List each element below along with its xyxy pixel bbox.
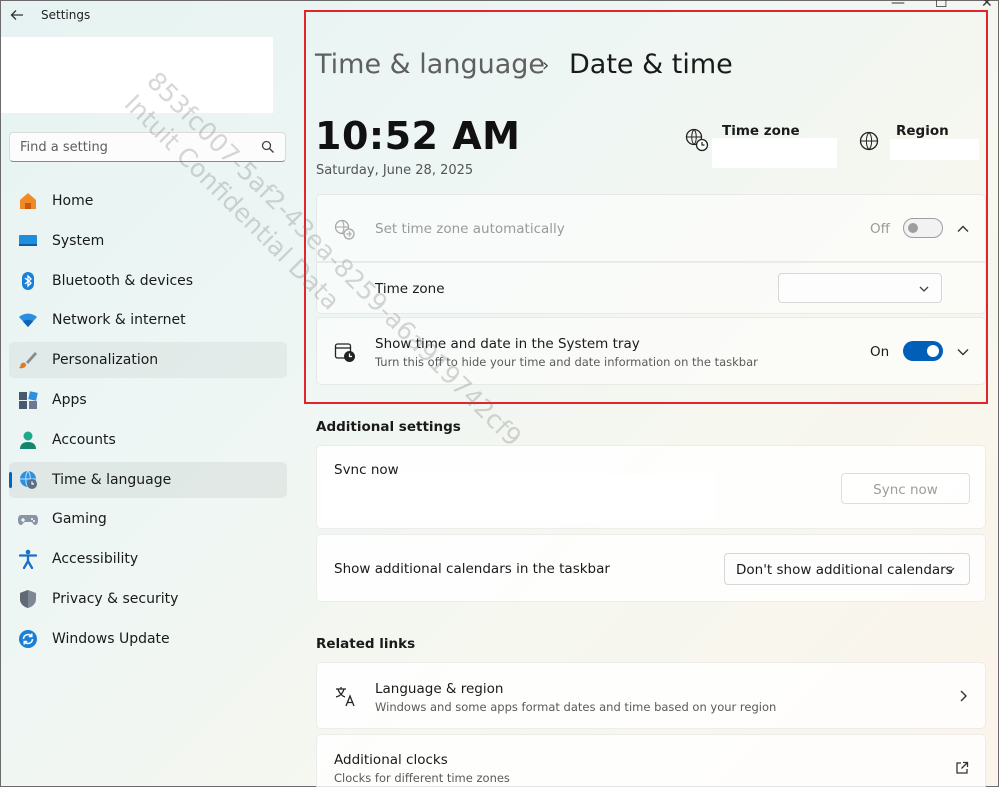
additional-calendars-label: Show additional calendars in the taskbar [334,561,610,577]
additional-clocks-desc: Clocks for different time zones [334,771,510,785]
sidebar-item-label: Accessibility [52,551,139,568]
sidebar-item-bluetooth[interactable]: Bluetooth & devices [9,263,287,299]
sidebar-item-label: Personalization [52,352,159,369]
additional-settings-heading: Additional settings [316,419,461,435]
accessibility-icon [18,549,38,570]
sidebar-item-system[interactable]: System [9,223,287,259]
additional-calendars-row: Show additional calendars in the taskbar… [316,534,986,602]
person-icon [20,431,36,449]
bluetooth-icon [22,271,34,290]
brush-icon [19,352,37,369]
language-region-link[interactable]: Language & region Windows and some apps … [316,662,986,729]
app-title: Settings [41,8,91,22]
sidebar-item-label: Accounts [52,431,116,448]
shield-icon [20,589,36,608]
back-button[interactable] [7,5,27,25]
sync-info-redacted [323,474,715,522]
sidebar-item-apps[interactable]: Apps [9,382,287,418]
system-icon [19,234,37,246]
sidebar-item-label: System [52,232,105,249]
search-placeholder: Find a setting [20,140,108,155]
sidebar-item-label: Privacy & security [52,590,179,607]
sidebar-item-label: Apps [52,391,87,408]
sync-now-button-label: Sync now [873,482,938,498]
additional-calendars-value: Don't show additional calendars [736,562,953,578]
update-icon [19,629,37,648]
additional-clocks-title: Additional clocks [334,752,448,768]
sidebar-item-label: Network & internet [52,312,186,329]
sidebar-item-personalization[interactable]: Personalization [9,342,287,379]
globe-clock-icon [20,470,37,489]
sidebar-item-windows-update[interactable]: Windows Update [9,621,287,657]
additional-clocks-link[interactable]: Additional clocks Clocks for different t… [316,734,986,787]
language-region-desc: Windows and some apps format dates and t… [375,700,777,714]
sidebar-item-label: Home [52,193,94,209]
language-region-title: Language & region [375,681,504,697]
chevron-right-icon [960,690,967,702]
sidebar-item-label: Bluetooth & devices [52,272,194,289]
sidebar-item-home[interactable]: Home [9,183,287,219]
sync-now-button[interactable]: Sync now [841,473,970,504]
search-input[interactable]: Find a setting [9,132,286,162]
related-links-heading: Related links [316,636,416,652]
sidebar-item-label: Time & language [52,471,172,488]
gamepad-icon [18,515,38,526]
search-icon [261,140,274,153]
sidebar-item-label: Windows Update [52,630,170,647]
sidebar-nav: Home System Bluetooth & devices Network … [9,183,287,661]
user-profile-redacted[interactable] [1,37,273,113]
back-arrow-icon [10,10,23,20]
sidebar-item-privacy[interactable]: Privacy & security [9,581,287,617]
wifi-icon [19,314,37,328]
annotation-highlight-box [304,10,988,404]
sidebar-item-time-language[interactable]: Time & language [9,461,287,498]
sidebar-item-gaming[interactable]: Gaming [9,501,287,537]
chevron-down-icon [945,567,955,573]
additional-calendars-dropdown[interactable]: Don't show additional calendars [724,553,970,585]
sidebar-item-accounts[interactable]: Accounts [9,422,287,458]
sidebar-item-label: Gaming [52,511,107,528]
home-icon [20,193,36,209]
open-external-icon [956,761,969,774]
language-icon [335,687,355,707]
apps-icon [19,391,38,409]
sidebar-item-accessibility[interactable]: Accessibility [9,541,287,577]
sidebar-item-network[interactable]: Network & internet [9,302,287,338]
